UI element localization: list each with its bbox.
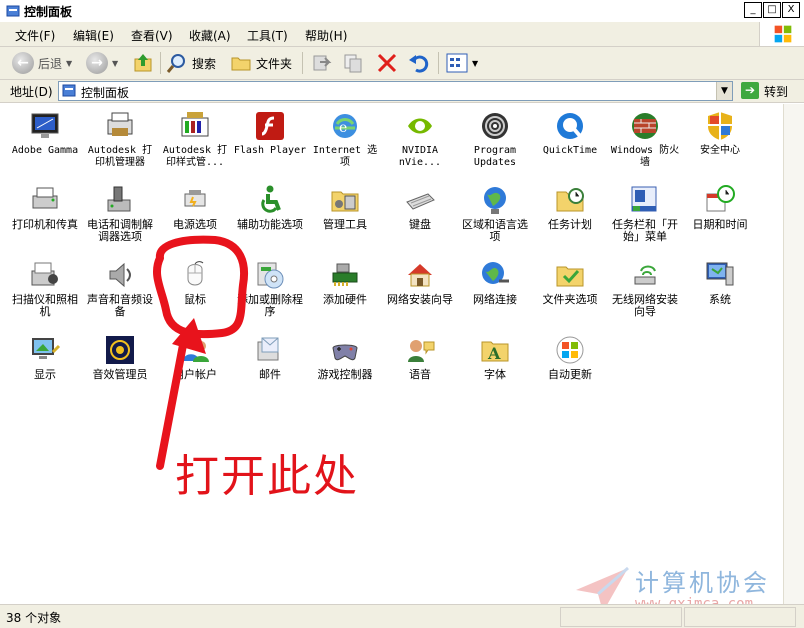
highlight-scribble	[153, 235, 248, 339]
status-bar: 38 个对象	[0, 604, 804, 628]
watermark-title: 计算机协会	[635, 569, 770, 597]
status-pane	[560, 607, 682, 627]
annotation-overlay	[153, 235, 248, 470]
status-text: 38 个对象	[6, 611, 62, 625]
status-pane	[684, 607, 796, 627]
annotation-text: 打开此处	[175, 451, 359, 502]
